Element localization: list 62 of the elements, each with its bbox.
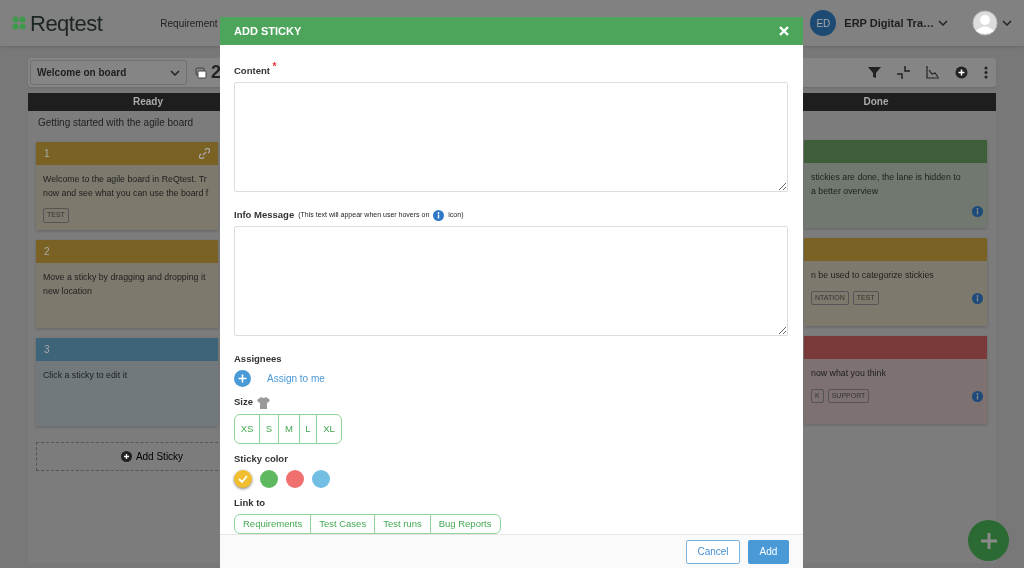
board-count: 2: [211, 61, 221, 84]
filter-icon[interactable]: [868, 66, 881, 79]
content-field[interactable]: [234, 82, 788, 192]
nav-link[interactable]: Requirement: [160, 15, 218, 31]
size-option[interactable]: XL: [316, 413, 342, 444]
info-icon[interactable]: [972, 206, 983, 218]
field-label: Link to: [234, 496, 267, 510]
field-label: Assignees: [234, 352, 283, 367]
color-swatch[interactable]: [260, 470, 278, 488]
size-option[interactable]: L: [299, 413, 317, 444]
link-option[interactable]: Bug Reports: [429, 514, 501, 535]
lane-subtitle: Getting started with the agile board: [37, 116, 195, 130]
size-option[interactable]: XS: [234, 413, 260, 444]
info-message-field[interactable]: [234, 226, 788, 337]
assign-link[interactable]: Assign to me: [267, 371, 325, 387]
add-button[interactable]: Add: [748, 539, 789, 564]
account-name[interactable]: ERP Digital Tra…: [844, 14, 934, 32]
cancel-button[interactable]: Cancel: [686, 539, 740, 564]
color-swatch[interactable]: [312, 470, 330, 488]
sticky-header: 2: [36, 240, 218, 263]
board-select[interactable]: Welcome on board: [30, 60, 187, 85]
info-icon[interactable]: [972, 292, 983, 304]
user-avatar-icon[interactable]: [972, 10, 998, 36]
sticky-text: n be used to categorize stickies: [811, 269, 935, 282]
chevron-icon[interactable]: [1002, 19, 1012, 27]
close-button[interactable]: [779, 25, 789, 36]
modal-title: ADD STICKY: [234, 23, 302, 39]
sticky-text: Welcome to the agile board in ReQtest. Tr now and see what you can use the board f: [43, 173, 210, 200]
link-icon[interactable]: [199, 148, 210, 159]
collapse-icon[interactable]: [897, 66, 910, 79]
sticky-header: 1: [36, 142, 218, 165]
logo-icon: [12, 16, 26, 30]
sticky-text: stickies are done, the lane is hidden to a better overview: [811, 171, 962, 198]
color-swatch[interactable]: [286, 470, 304, 488]
sticky-card[interactable]: 2 Move a sticky by dragging and dropping it new location: [36, 240, 218, 328]
info-icon[interactable]: [972, 390, 983, 402]
sticky-header: 3: [36, 338, 218, 361]
color-swatch[interactable]: [234, 470, 252, 488]
chart-icon[interactable]: [926, 66, 939, 79]
link-option[interactable]: Test runs: [374, 514, 431, 535]
info-icon: [433, 209, 445, 221]
size-option[interactable]: M: [278, 413, 300, 444]
avatar[interactable]: ED: [810, 10, 837, 36]
logo-text: Reqtest: [30, 9, 103, 38]
plus-icon: [979, 531, 998, 550]
link-option[interactable]: Test Cases: [310, 514, 376, 535]
more-icon[interactable]: [984, 66, 988, 79]
sticky-text: now what you think: [811, 367, 887, 380]
link-option[interactable]: Requirements: [234, 514, 312, 535]
add-icon[interactable]: [955, 66, 968, 79]
size-option[interactable]: S: [259, 413, 279, 444]
tshirt-icon: [257, 396, 270, 409]
chevron-icon: [170, 68, 180, 77]
field-label: Info Message: [234, 208, 295, 222]
sticky-card[interactable]: 3 Click a sticky to edit it: [36, 338, 218, 426]
add-icon: [120, 451, 132, 462]
chevron-icon[interactable]: [938, 19, 948, 27]
sticky-text: Click a sticky to edit it: [43, 369, 129, 382]
cards-icon: [195, 66, 207, 79]
field-label: Size: [234, 395, 253, 410]
sticky-card[interactable]: stickies are done, the lane is hidden to a better overview: [804, 140, 987, 228]
sticky-text: Move a sticky by dragging and dropping it new location: [43, 271, 207, 298]
